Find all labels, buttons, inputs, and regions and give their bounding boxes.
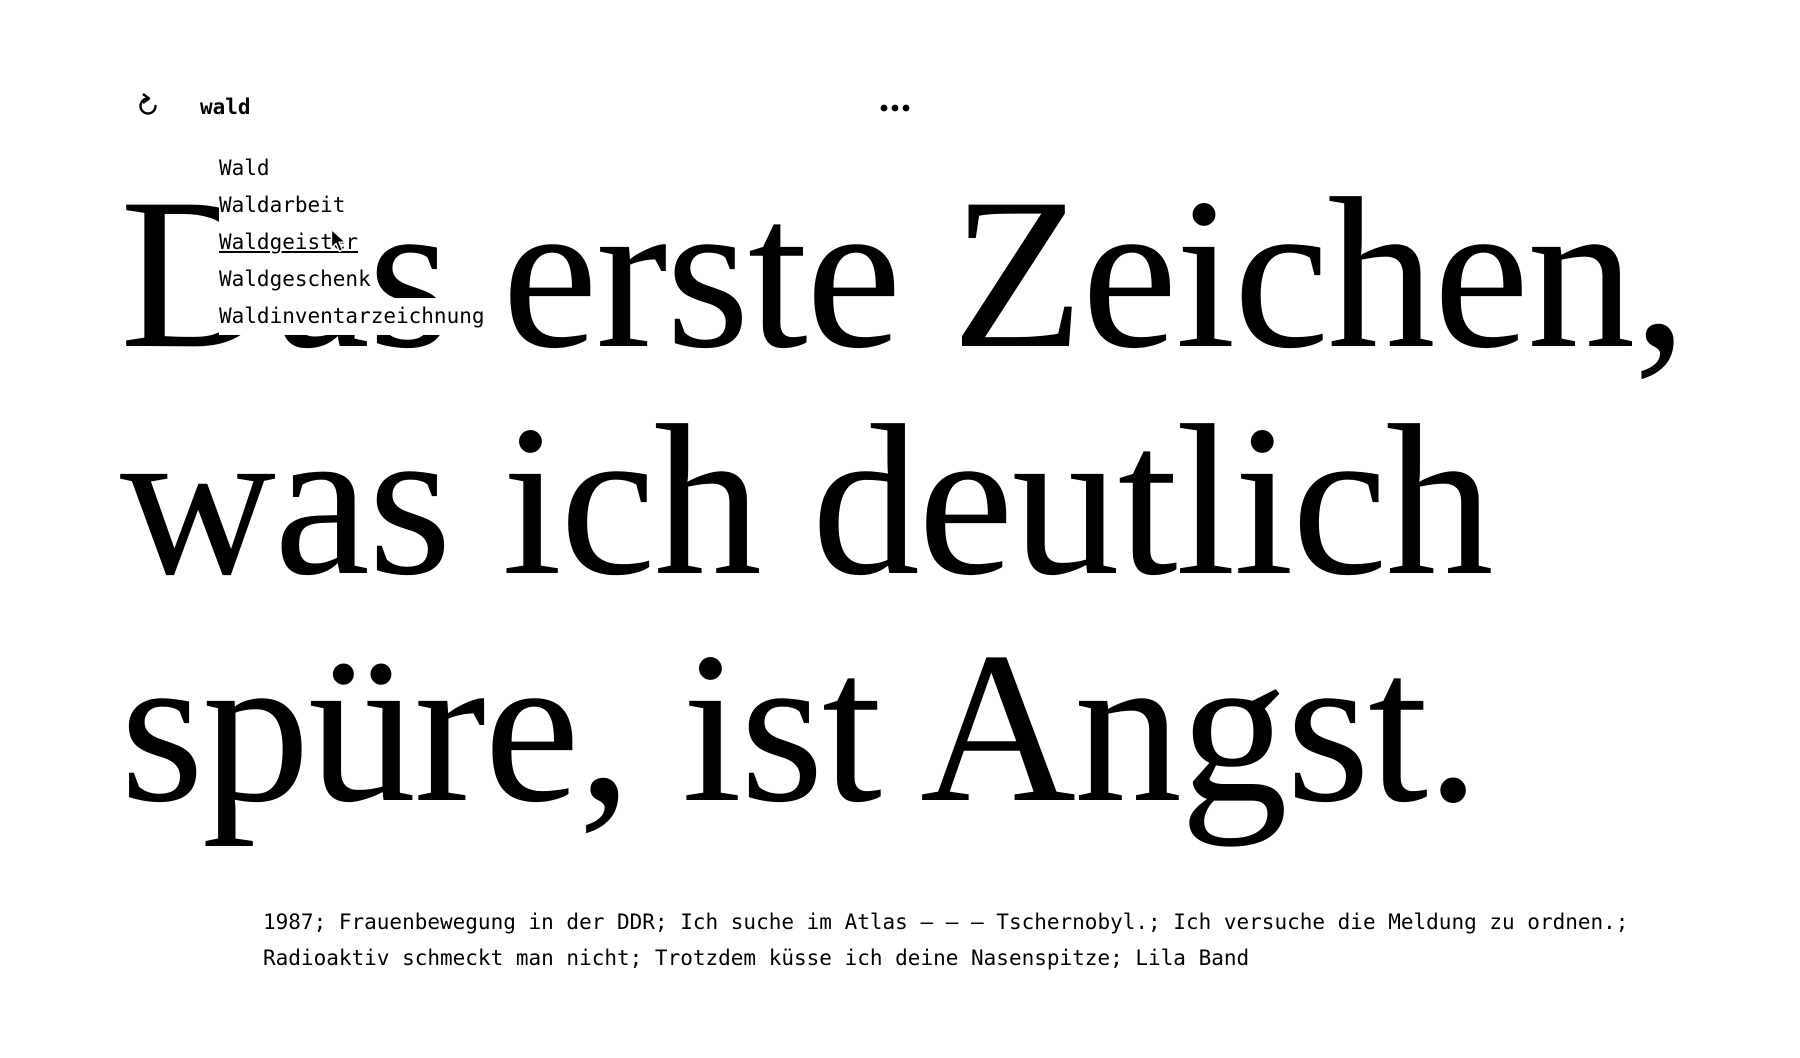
more-horizontal-icon [880,104,910,112]
suggestion-item[interactable]: Waldarbeit [219,187,348,224]
headline-line-3: spüre, ist Angst. [120,608,1480,847]
tag-line-1: 1987; Frauenbewegung in der DDR; Ich suc… [263,910,1629,934]
suggestion-item[interactable]: Wald [219,150,272,187]
suggestion-item[interactable]: Waldinventarzeichnung [219,298,487,335]
search-input[interactable] [200,95,500,119]
mouse-cursor-icon [330,228,347,253]
autocomplete-suggestions: Wald Waldarbeit Waldgeister Waldgeschenk… [219,150,487,335]
headline-line-2: was ich deutlich [120,381,1494,620]
suggestion-item[interactable]: Waldgeschenk [219,261,373,298]
more-options-button[interactable] [878,96,912,120]
search-box [200,92,500,122]
tag-list: 1987; Frauenbewegung in der DDR; Ich suc… [263,904,1723,976]
tag-line-2: Radioaktiv schmeckt man nicht; Trotzdem … [263,946,1250,970]
reload-icon [139,93,157,115]
reload-button[interactable] [130,88,166,124]
